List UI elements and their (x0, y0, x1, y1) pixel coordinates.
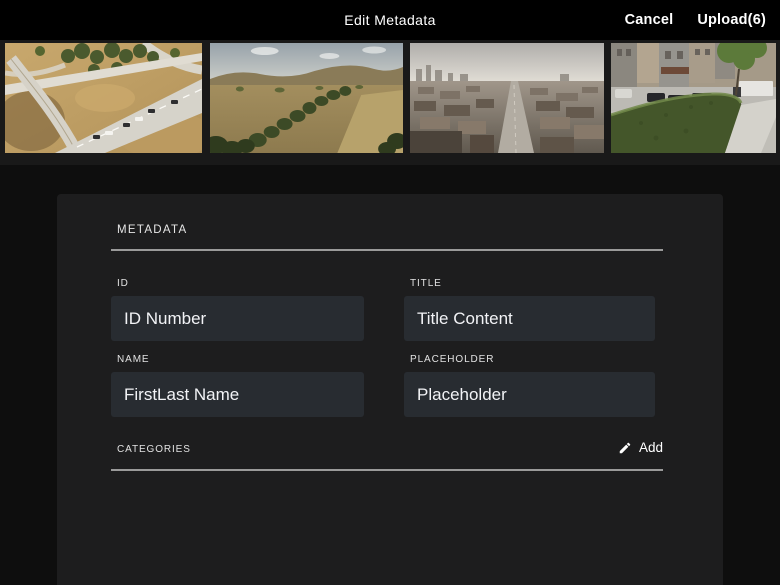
title-input[interactable] (404, 296, 655, 341)
upload-button[interactable]: Upload(6) (697, 12, 766, 28)
thumbnail-aerial-highway-interchange[interactable] (5, 43, 202, 153)
metadata-section-divider (111, 249, 663, 251)
placeholder-input[interactable] (404, 372, 655, 417)
id-input[interactable] (111, 296, 364, 341)
add-category-button[interactable]: Add (618, 438, 663, 457)
street-hedge-image (611, 43, 776, 153)
categories-label: CATEGORIES (117, 444, 191, 455)
header-bar: Edit Metadata Cancel Upload(6) (0, 0, 780, 40)
thumbnail-aerial-golden-hills[interactable] (210, 43, 403, 153)
pencil-icon (619, 442, 631, 453)
highway-interchange-image (5, 43, 202, 153)
placeholder-label: PLACEHOLDER (410, 354, 495, 365)
metadata-section-title: METADATA (117, 224, 188, 236)
title-label: TITLE (410, 278, 442, 289)
cancel-button[interactable]: Cancel (625, 12, 674, 28)
edit-metadata-screen: Edit Metadata Cancel Upload(6) METADATA … (0, 0, 780, 585)
hazy-cityscape-image (410, 43, 604, 153)
header-actions: Cancel Upload(6) (625, 0, 766, 40)
name-label: NAME (117, 354, 150, 365)
golden-hills-image (210, 43, 403, 153)
add-label: Add (638, 440, 663, 455)
id-label: ID (117, 278, 129, 289)
metadata-panel: METADATA ID TITLE NAME PLACEHOLDER CATEG… (57, 194, 723, 585)
thumbnail-street-hedge-scene[interactable] (611, 43, 776, 153)
name-input[interactable] (111, 372, 364, 417)
thumbnail-strip (0, 40, 780, 165)
thumbnail-aerial-hazy-cityscape[interactable] (410, 43, 604, 153)
categories-divider (111, 469, 663, 471)
